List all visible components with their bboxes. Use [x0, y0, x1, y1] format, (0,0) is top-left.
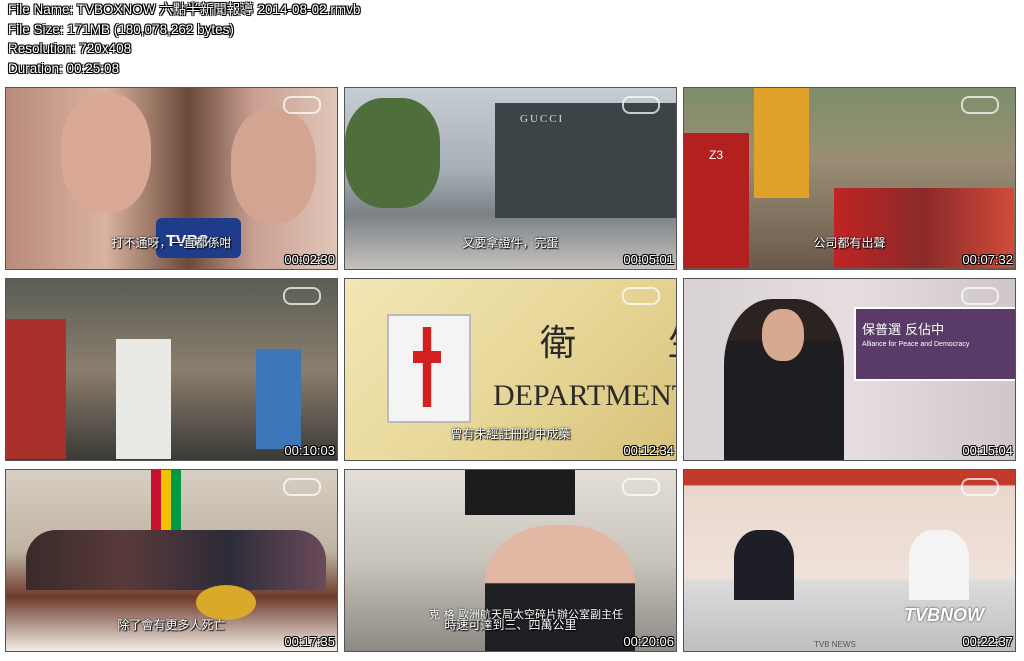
thumbnail-5[interactable]: 衛 生 DEPARTMENT 曾有未經註冊的中成藥 00:12:34: [344, 278, 677, 461]
subtitle: 時速可達到三、四萬公里: [444, 618, 577, 632]
timestamp: 00:15:04: [962, 443, 1013, 458]
tvb-logo-icon: [961, 96, 999, 114]
thumbnail-9[interactable]: TVB NEWS TVBNOW 00:22:37: [683, 469, 1016, 652]
store-sign: GUCCI: [520, 113, 565, 125]
truck-label: Z3: [709, 148, 724, 162]
timestamp: 00:20:06: [623, 634, 674, 649]
delegates: [26, 530, 326, 590]
thumbnail-4[interactable]: 00:10:03: [5, 278, 338, 461]
resolution: Resolution: 720x408: [8, 41, 132, 56]
thumbnail-2[interactable]: GUCCI 又要拿證件，完蛋 00:05:01: [344, 87, 677, 270]
subtitle: 除了會有更多人死亡: [117, 618, 226, 632]
graphic-title: 保普選 反佔中: [862, 323, 945, 338]
thumbnail-3[interactable]: Z3 公司都有出聲 00:07:32: [683, 87, 1016, 270]
person-white-shirt: [116, 339, 171, 459]
face-right: [231, 108, 316, 223]
tvb-logo-icon: [961, 478, 999, 496]
anchor-male: [734, 530, 794, 600]
tvb-logo-icon: [283, 478, 321, 496]
tvb-logo-icon: [961, 287, 999, 305]
timestamp: 00:22:37: [962, 634, 1013, 649]
timestamp: 00:10:03: [284, 443, 335, 458]
subtitle: 公司都有出聲: [813, 236, 886, 250]
desk-label: TVB NEWS: [814, 640, 856, 649]
sign-english: DEPARTMENT: [493, 379, 677, 412]
tvb-logo-icon: [622, 478, 660, 496]
subtitle: 曾有未經註冊的中成藥: [450, 427, 571, 441]
person-red-shirt: [6, 319, 66, 459]
file-size: File Size: 171MB (180,078,262 bytes): [8, 21, 234, 37]
crane: [754, 88, 809, 198]
thumbnail-7[interactable]: 除了會有更多人死亡 00:17:35: [5, 469, 338, 652]
timestamp: 00:17:35: [284, 634, 335, 649]
tvb-logo-icon: [622, 287, 660, 305]
person-blue-shirt: [256, 349, 301, 449]
timestamp: 00:07:32: [962, 252, 1013, 267]
timestamp: 00:05:01: [623, 252, 674, 267]
face-left: [61, 93, 151, 213]
thumbnail-1[interactable]: TVBS 打不通呀，一直都係咁 00:02:30: [5, 87, 338, 270]
anchor-female: [909, 530, 969, 600]
trees: [345, 98, 440, 208]
timestamp: 00:02:30: [284, 252, 335, 267]
display-board: [465, 470, 575, 515]
tvb-logo-icon: [622, 96, 660, 114]
subtitle: 又要拿證件，完蛋: [462, 236, 559, 250]
tvb-logo-icon: [283, 96, 321, 114]
subtitle: 打不通呀，一直都係咁: [111, 236, 232, 250]
file-name: File Name: TVBOXNOW 六點半新聞報導 2014-08-02.r…: [8, 2, 361, 17]
graphic-subtitle: Alliance for Peace and Democracy: [862, 341, 970, 348]
anchor-face: [762, 309, 804, 361]
tvb-logo-icon: [283, 287, 321, 305]
file-info-header: File Name: TVBOXNOW 六點半新聞報導 2014-08-02.r…: [8, 0, 360, 78]
timestamp: 00:12:34: [623, 443, 674, 458]
watermark: TVBNOW: [904, 605, 984, 625]
thumbnail-6[interactable]: 保普選 反佔中 Alliance for Peace and Democracy…: [683, 278, 1016, 461]
thumbnail-8[interactable]: 克 格 歐洲航天局太空碎片辦公室副主任 時速可達到三、四萬公里 00:20:06: [344, 469, 677, 652]
duration: Duration: 00:25:08: [8, 60, 120, 76]
flowers: [196, 585, 256, 620]
sign-chinese: 衛 生: [540, 323, 676, 364]
thumbnail-grid: TVBS 打不通呀，一直都係咁 00:02:30 GUCCI 又要拿證件，完蛋 …: [0, 0, 1024, 661]
